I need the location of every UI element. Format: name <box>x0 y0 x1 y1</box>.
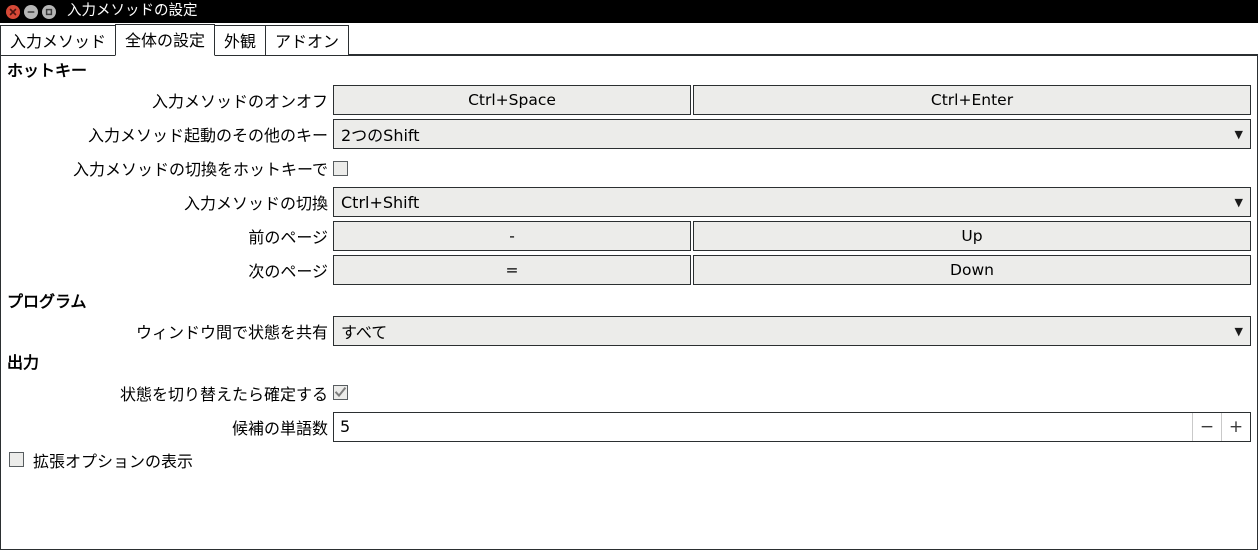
control-candidate-count: 5 − + <box>333 410 1257 444</box>
section-header-program: プログラム <box>7 292 87 312</box>
label-switch-input-method: 入力メソッドの切換 <box>183 194 328 214</box>
hotkey-button-prev-page-primary[interactable]: - <box>333 221 691 252</box>
label-candidate-count: 候補の単語数 <box>231 418 328 438</box>
control-alt-trigger-key: 2つのShift ▼ <box>333 117 1257 151</box>
row-switch-by-hotkey: 入力メソッドの切換をホットキーで <box>1 151 1257 185</box>
tab-appearance[interactable]: 外観 <box>214 25 267 56</box>
hotkey-button-next-page-secondary[interactable]: Down <box>693 255 1251 286</box>
label-share-state: ウィンドウ間で状態を共有 <box>135 323 328 343</box>
chevron-down-icon: ▼ <box>1234 127 1243 141</box>
control-share-state: すべて ▼ <box>333 314 1257 348</box>
spinner-candidate-count-value[interactable]: 5 <box>334 413 1192 441</box>
label-prev-page: 前のページ <box>248 228 328 248</box>
hotkey-button-next-page-primary[interactable]: = <box>333 255 691 286</box>
row-commit-on-switch: 状態を切り替えたら確定する <box>1 376 1257 410</box>
row-toggle-input-method: 入力メソッドのオンオフ Ctrl+Space Ctrl+Enter <box>1 83 1257 117</box>
label-switch-by-hotkey: 入力メソッドの切換をホットキーで <box>72 160 328 180</box>
checkbox-show-advanced-options[interactable] <box>9 452 24 468</box>
checkbox-switch-by-hotkey[interactable] <box>333 160 348 176</box>
control-next-page: = Down <box>333 253 1257 287</box>
tab-bar-filler <box>348 23 1258 55</box>
control-commit-on-switch <box>333 376 1257 410</box>
close-icon[interactable] <box>6 4 20 19</box>
dropdown-switch-input-method[interactable]: Ctrl+Shift ▼ <box>333 187 1251 218</box>
maximize-icon[interactable] <box>42 4 56 19</box>
window-title: 入力メソッドの設定 <box>67 3 198 20</box>
spinner-candidate-count[interactable]: 5 − + <box>333 411 1251 442</box>
row-show-advanced-options: 拡張オプションの表示 <box>1 444 1257 476</box>
label-toggle-input-method: 入力メソッドのオンオフ <box>151 92 328 112</box>
row-candidate-count: 候補の単語数 5 − + <box>1 410 1257 444</box>
control-toggle-input-method: Ctrl+Space Ctrl+Enter <box>333 83 1257 117</box>
hotkey-button-toggle-secondary[interactable]: Ctrl+Enter <box>693 85 1251 116</box>
label-alt-trigger-key: 入力メソッド起動のその他のキー <box>87 126 328 146</box>
row-switch-input-method: 入力メソッドの切換 Ctrl+Shift ▼ <box>1 185 1257 219</box>
tab-input-method[interactable]: 入力メソッド <box>0 25 117 56</box>
spinner-decrement-button[interactable]: − <box>1192 412 1221 441</box>
spinner-increment-button[interactable]: + <box>1221 412 1250 441</box>
hotkey-button-pair-toggle: Ctrl+Space Ctrl+Enter <box>333 85 1251 116</box>
title-bar: 入力メソッドの設定 <box>0 0 1258 23</box>
control-prev-page: - Up <box>333 219 1257 253</box>
row-prev-page: 前のページ - Up <box>1 219 1257 253</box>
chevron-down-icon: ▼ <box>1234 324 1243 338</box>
hotkey-button-pair-next-page: = Down <box>333 255 1251 286</box>
dropdown-alt-trigger-key[interactable]: 2つのShift ▼ <box>333 119 1251 150</box>
hotkey-button-prev-page-secondary[interactable]: Up <box>693 221 1251 252</box>
section-header-output: 出力 <box>7 353 40 373</box>
dropdown-share-state-value: すべて <box>341 323 388 343</box>
hotkey-button-pair-prev-page: - Up <box>333 221 1251 252</box>
window-controls <box>6 4 56 19</box>
dropdown-switch-input-method-value: Ctrl+Shift <box>341 192 420 212</box>
settings-content: ホットキー 入力メソッドのオンオフ Ctrl+Space Ctrl+Enter … <box>0 56 1258 550</box>
dropdown-share-state[interactable]: すべて ▼ <box>333 316 1251 347</box>
tab-addon[interactable]: アドオン <box>265 25 350 56</box>
label-show-advanced-options: 拡張オプションの表示 <box>33 451 194 471</box>
minimize-icon[interactable] <box>24 4 38 19</box>
tab-bar: 入力メソッド 全体の設定 外観 アドオン <box>0 23 1258 56</box>
checkbox-commit-on-switch[interactable] <box>333 385 348 401</box>
row-next-page: 次のページ = Down <box>1 253 1257 287</box>
row-share-state: ウィンドウ間で状態を共有 すべて ▼ <box>1 314 1257 348</box>
dropdown-alt-trigger-key-value: 2つのShift <box>341 126 420 146</box>
section-header-hotkey: ホットキー <box>7 61 88 80</box>
chevron-down-icon: ▼ <box>1234 195 1243 209</box>
hotkey-button-toggle-primary[interactable]: Ctrl+Space <box>333 85 691 116</box>
settings-window: 入力メソッドの設定 入力メソッド 全体の設定 外観 アドオン ホットキー 入力メ… <box>0 0 1258 550</box>
control-switch-by-hotkey <box>333 151 1257 185</box>
control-switch-input-method: Ctrl+Shift ▼ <box>333 185 1257 219</box>
label-next-page: 次のページ <box>248 262 328 282</box>
label-commit-on-switch: 状態を切り替えたら確定する <box>119 384 328 404</box>
tab-global-config[interactable]: 全体の設定 <box>115 24 216 56</box>
row-alt-trigger-key: 入力メソッド起動のその他のキー 2つのShift ▼ <box>1 117 1257 151</box>
